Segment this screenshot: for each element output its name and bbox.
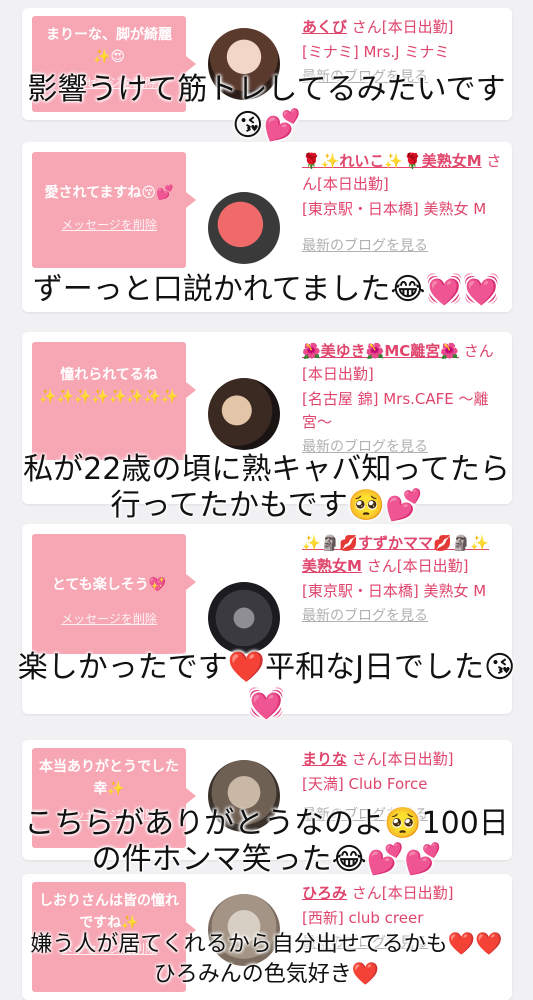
caption-overlay: 嫌う人が居てくれるから自分出せてるかも❤️❤️ひろみんの色気好き❤️ [30,932,503,987]
sender-name-link[interactable]: 🌹✨れいこ✨🌹美熟女M [302,152,482,170]
caption-overlay: 楽しかったです❤️平和なJ日でした😘💓 [17,650,516,721]
message-text: 憧れられてるね✨✨✨✨✨✨✨✨ [39,367,179,405]
message-bubble: 愛されてますね😚💕 メッセージを削除 [32,152,196,268]
message-text: 本当ありがとうでした幸✨ [39,759,179,797]
sender-info: 🌺美ゆき🌺MC離宮🌺 さん[本日出勤] [名古屋 錦] Mrs.CAFE ～離宮… [302,340,502,459]
message-bubble: 憧れられてるね✨✨✨✨✨✨✨✨ [32,342,196,460]
latest-blog-link[interactable]: 最新のブログを見る [302,235,502,258]
sender-name-link[interactable]: ひろみ [302,884,347,902]
sender-info: ✨🗿💋すずかママ💋🗿✨美熟女M さん[本日出勤] [東京駅・日本橋] 美熟女 M… [302,532,502,628]
avatar[interactable] [208,378,280,450]
sender-name-link[interactable]: あくび [302,18,347,36]
sender-status: さん[本日出勤] [351,884,454,902]
shop-name: [西新] club creer [302,909,424,927]
message-text: とても楽しそう💖 [51,577,167,593]
avatar[interactable] [208,582,280,654]
shop-name: [東京駅・日本橋] 美熟女 M [302,200,487,218]
delete-message-link[interactable]: メッセージを削除 [38,608,180,630]
message-text: まりーな、脚が綺麗✨😍 [46,27,172,65]
shop-name: [ミナミ] Mrs.J ミナミ [302,43,450,61]
message-bubble: とても楽しそう💖 メッセージを削除 [32,534,196,654]
caption-overlay: ずーっと口説かれてました😂💓💓 [32,272,501,307]
sender-status: さん[本日出勤] [351,750,454,768]
sender-info: 🌹✨れいこ✨🌹美熟女M さん[本日出勤] [東京駅・日本橋] 美熟女 M 最新の… [302,150,502,258]
message-text: しおりさんは皆の憧れですね✨ [39,893,179,931]
caption-overlay: こちらがありがとうなのよ🥺100日の件ホンマ笑った😂💕💕 [24,806,509,877]
delete-message-link[interactable]: メッセージを削除 [38,214,180,236]
sender-status: さん[本日出勤] [351,18,454,36]
shop-name: [東京駅・日本橋] 美熟女 M [302,582,487,600]
shop-name: [名古屋 錦] Mrs.CAFE ～離宮～ [302,390,489,431]
caption-overlay: 影響うけて筋トレしてるみたいです😘💕 [27,72,506,143]
sender-name-link[interactable]: まりな [302,750,347,768]
caption-overlay: 私が22歳の頃に熟キャバ知ってたら行ってたかもです🥺💕 [23,452,510,523]
latest-blog-link[interactable]: 最新のブログを見る [302,605,502,628]
sender-name-link[interactable]: 🌺美ゆき🌺MC離宮🌺 [302,342,459,360]
sender-status: さん[本日出勤] [366,557,469,575]
shop-name: [天満] Club Force [302,775,428,793]
avatar[interactable] [208,192,280,264]
message-text: 愛されてますね😚💕 [44,185,174,201]
